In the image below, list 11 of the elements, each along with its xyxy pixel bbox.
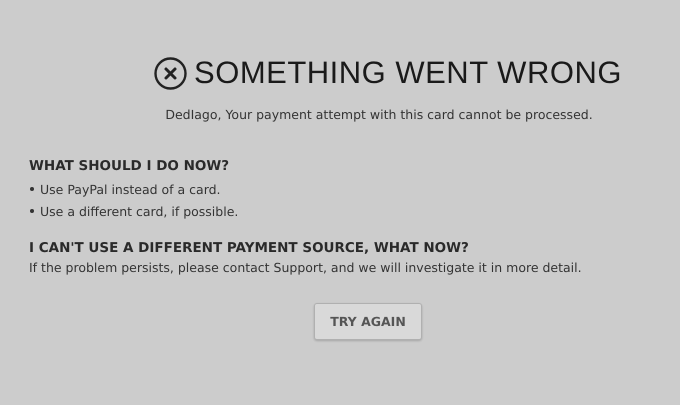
error-message: DedIago, Your payment attempt with this card cannot be processed. [164, 107, 594, 122]
try-again-button[interactable]: TRY AGAIN [314, 303, 422, 340]
list-item: Use PayPal instead of a card. [40, 182, 221, 196]
section-heading: I CAN'T USE A DIFFERENT PAYMENT SOURCE, WHAT NOW? [29, 240, 470, 256]
bullet-icon [30, 209, 34, 213]
bullet-icon [30, 187, 34, 191]
error-title: SOMETHING WENT WRONG [194, 55, 622, 91]
error-icon [154, 56, 188, 90]
section-heading: WHAT SHOULD I DO NOW? [29, 158, 230, 174]
list-item: Use a different card, if possible. [40, 204, 238, 218]
section-text: If the problem persists, please contact Support, and we will investigate it in more detail. [29, 260, 583, 275]
